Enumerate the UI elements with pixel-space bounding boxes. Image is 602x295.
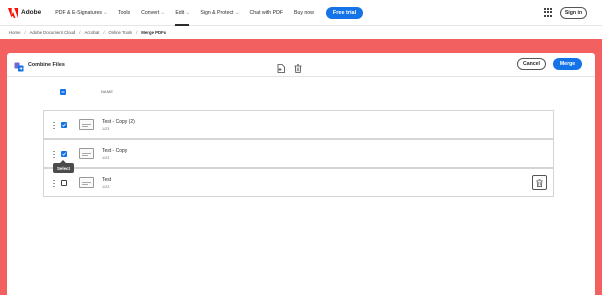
drag-handle-icon[interactable] xyxy=(53,180,55,187)
file-pages: 1/23 xyxy=(102,156,110,160)
breadcrumb: Home / Adobe Document Cloud / Acrobat / Onl… xyxy=(9,26,166,39)
nav-label: Edit xyxy=(175,9,185,16)
drag-handle-icon[interactable] xyxy=(53,151,55,158)
nav-chat-with-pdf[interactable]: Chat with PDF xyxy=(250,0,283,26)
trash-icon xyxy=(536,178,543,187)
breadcrumb-separator: / xyxy=(24,30,26,35)
nav-convert[interactable]: Convert ⌵ xyxy=(141,0,164,26)
row-checkbox[interactable] xyxy=(61,151,67,157)
combine-files-icon xyxy=(14,59,24,72)
file-pages: 1/23 xyxy=(102,127,110,131)
file-row[interactable]: Test 1/23 xyxy=(43,168,554,197)
breadcrumb-separator: / xyxy=(103,30,105,35)
nav-pdf-esignatures[interactable]: PDF & E-Signatures ⌵ xyxy=(55,0,107,26)
file-thumbnail xyxy=(79,177,94,188)
drag-handle-icon[interactable] xyxy=(53,122,55,129)
chevron-down-icon: ⌵ xyxy=(103,10,107,15)
trash-icon[interactable] xyxy=(294,60,302,73)
add-file-icon[interactable] xyxy=(277,60,285,73)
file-pages: 1/23 xyxy=(102,185,110,189)
combine-files-panel: Combine Files Cancel Merge NAME Test - C… xyxy=(7,53,595,295)
apps-grid-icon[interactable] xyxy=(544,8,553,17)
file-row[interactable]: Test - Copy 1/23 xyxy=(43,139,554,168)
nav-label: PDF & E-Signatures xyxy=(55,9,102,16)
nav-buy-now[interactable]: Buy now xyxy=(294,0,314,26)
breadcrumb-online-tools[interactable]: Online Tools xyxy=(109,30,133,35)
nav-label: Tools xyxy=(118,9,131,16)
select-all-checkbox[interactable] xyxy=(60,89,66,95)
chevron-down-icon: ⌵ xyxy=(235,10,239,15)
file-row[interactable]: Test - Copy (2) 1/23 xyxy=(43,110,554,139)
top-navigation: Adobe PDF & E-Signatures ⌵ Tools Convert ⌵… xyxy=(0,0,602,26)
nav-edit[interactable]: Edit ⌵ xyxy=(175,0,190,26)
breadcrumb-acrobat[interactable]: Acrobat xyxy=(85,30,100,35)
panel-header: Combine Files Cancel Merge xyxy=(7,53,595,77)
chevron-down-icon: ⌵ xyxy=(161,10,165,15)
select-tooltip: Select xyxy=(53,160,74,173)
row-checkbox[interactable] xyxy=(61,122,67,128)
breadcrumb-document-cloud[interactable]: Adobe Document Cloud xyxy=(30,30,76,35)
cancel-button[interactable]: Cancel xyxy=(517,58,546,70)
breadcrumb-home[interactable]: Home xyxy=(9,30,20,35)
panel-title: Combine Files xyxy=(28,62,65,68)
chevron-down-icon: ⌵ xyxy=(186,10,190,15)
merge-button[interactable]: Merge xyxy=(553,58,582,70)
nav-label: Sign & Protect xyxy=(200,9,234,16)
nav-label: Buy now xyxy=(294,9,314,16)
file-name: Test - Copy xyxy=(102,148,128,154)
column-header-name: NAME xyxy=(101,90,114,94)
nav-sign-protect[interactable]: Sign & Protect ⌵ xyxy=(200,0,238,26)
breadcrumb-separator: / xyxy=(79,30,81,35)
breadcrumb-separator: / xyxy=(136,30,138,35)
file-name: Test xyxy=(102,177,112,183)
adobe-logo-text: Adobe xyxy=(21,9,42,16)
nav-tools[interactable]: Tools xyxy=(118,0,130,26)
free-trial-button[interactable]: Free trial xyxy=(325,6,364,19)
file-thumbnail xyxy=(79,148,94,159)
sign-in-button[interactable]: Sign in xyxy=(560,7,587,19)
delete-file-button[interactable] xyxy=(532,175,547,190)
file-thumbnail xyxy=(79,119,94,130)
nav-label: Chat with PDF xyxy=(249,9,283,16)
nav-label: Convert xyxy=(141,9,160,16)
adobe-logo-icon xyxy=(8,7,18,18)
breadcrumb-current: Merge PDFs xyxy=(141,30,167,35)
file-name: Test - Copy (2) xyxy=(102,119,135,125)
file-list-header: NAME xyxy=(43,88,554,98)
adobe-logo[interactable]: Adobe xyxy=(8,0,41,26)
row-checkbox[interactable] xyxy=(61,180,67,186)
